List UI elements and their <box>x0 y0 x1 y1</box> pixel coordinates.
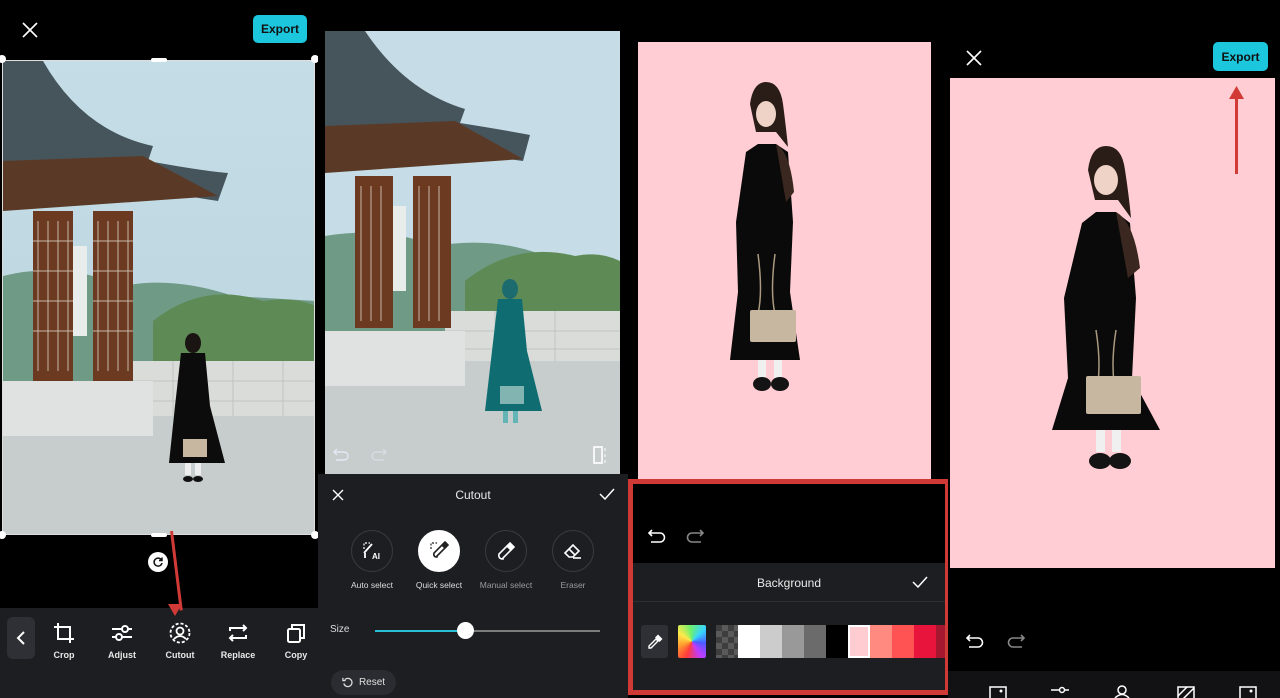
crop-handle[interactable] <box>151 58 167 62</box>
brush-icon <box>498 541 516 560</box>
cutout-canvas[interactable] <box>638 42 931 480</box>
mode-button[interactable] <box>552 530 594 572</box>
image-icon[interactable] <box>989 686 1007 698</box>
reset-label: Reset <box>358 677 386 688</box>
close-icon[interactable] <box>21 21 39 39</box>
close-icon[interactable] <box>966 50 982 66</box>
mode-eraser[interactable]: Eraser <box>542 530 604 590</box>
chevron-left-icon <box>16 631 25 645</box>
image-icon[interactable] <box>1239 686 1257 698</box>
redo-icon[interactable] <box>370 447 388 463</box>
svg-text:AI: AI <box>372 552 380 561</box>
person-cutout-icon <box>169 622 191 644</box>
mode-button[interactable] <box>418 530 460 572</box>
tool-adjust[interactable]: Adjust <box>97 622 147 660</box>
arrow-head-icon <box>1229 86 1244 99</box>
arrow-head-icon <box>168 604 182 616</box>
tool-label: Crop <box>53 650 75 660</box>
crop-icon <box>54 623 74 643</box>
replace-icon <box>228 624 248 642</box>
mode-button[interactable] <box>485 530 527 572</box>
reset-button[interactable]: Reset <box>331 670 396 695</box>
tool-label: Replace <box>220 650 256 660</box>
redo-icon[interactable] <box>1006 633 1026 651</box>
check-icon[interactable] <box>599 488 615 500</box>
adjust-icon[interactable] <box>1050 686 1070 698</box>
mode-auto-select[interactable]: AI Auto select <box>341 530 403 590</box>
tool-cutout[interactable]: Cutout <box>155 622 205 660</box>
tool-replace[interactable]: Replace <box>213 622 263 660</box>
quick-select-brush-icon <box>430 541 449 558</box>
mode-label: Quick select <box>415 580 463 590</box>
slider-thumb[interactable] <box>457 622 474 639</box>
tool-label: Copy <box>284 650 308 660</box>
top-bar: Export <box>0 0 318 56</box>
crop-handle[interactable] <box>151 533 167 537</box>
photo-canvas[interactable] <box>325 31 620 474</box>
mode-label: Auto select <box>350 580 394 590</box>
result-canvas[interactable] <box>950 78 1275 568</box>
mode-quick-select[interactable]: Quick select <box>408 530 470 590</box>
editor-panel-background: Background <box>628 0 958 698</box>
pavilion-photo <box>3 61 314 534</box>
ai-select-icon: AI <box>363 542 380 561</box>
editor-panel-cutout: Cutout AI Auto select Quick select Manua… <box>318 0 628 698</box>
mode-button[interactable]: AI <box>351 530 393 572</box>
photo-canvas[interactable] <box>2 60 315 535</box>
export-button[interactable]: Export <box>253 15 307 43</box>
cutout-person-figure <box>730 82 800 391</box>
editor-panel-export: Export <box>948 0 1280 698</box>
annotation-highlight-box <box>628 479 950 695</box>
size-slider[interactable] <box>375 622 600 646</box>
annotation-arrow <box>170 530 183 611</box>
export-button[interactable]: Export <box>1213 42 1268 71</box>
editor-panel-crop: Export Crop Adjust Cutout Replace Copy <box>0 0 321 698</box>
cutout-person-figure <box>1052 146 1160 469</box>
undo-icon[interactable] <box>965 633 985 651</box>
undo-icon[interactable] <box>332 447 350 463</box>
tool-copy[interactable]: Copy <box>271 622 321 660</box>
bottom-toolbar <box>948 671 1280 698</box>
slider-fill <box>375 630 465 632</box>
cutout-icon[interactable] <box>1113 685 1131 698</box>
mode-label: Eraser <box>560 580 586 590</box>
pavilion-photo-selected <box>325 31 620 474</box>
mode-manual-select[interactable]: Manual select <box>475 530 537 590</box>
sliders-icon <box>112 625 132 641</box>
reset-icon <box>342 677 353 688</box>
mode-label: Manual select <box>479 580 533 590</box>
tool-crop[interactable]: Crop <box>39 622 89 660</box>
annotation-arrow <box>1235 96 1238 174</box>
back-button[interactable] <box>7 617 35 659</box>
tool-label: Cutout <box>165 650 195 660</box>
compare-icon[interactable] <box>592 445 610 465</box>
copy-icon <box>287 624 305 643</box>
sheet-title: Cutout <box>455 488 491 502</box>
crop-handle[interactable] <box>0 531 6 539</box>
size-label: Size <box>330 624 350 635</box>
opacity-icon[interactable] <box>1177 686 1195 698</box>
tool-label: Adjust <box>108 650 136 660</box>
rotate-button[interactable] <box>148 552 168 572</box>
rotate-icon <box>153 557 163 567</box>
eraser-icon <box>563 543 581 559</box>
